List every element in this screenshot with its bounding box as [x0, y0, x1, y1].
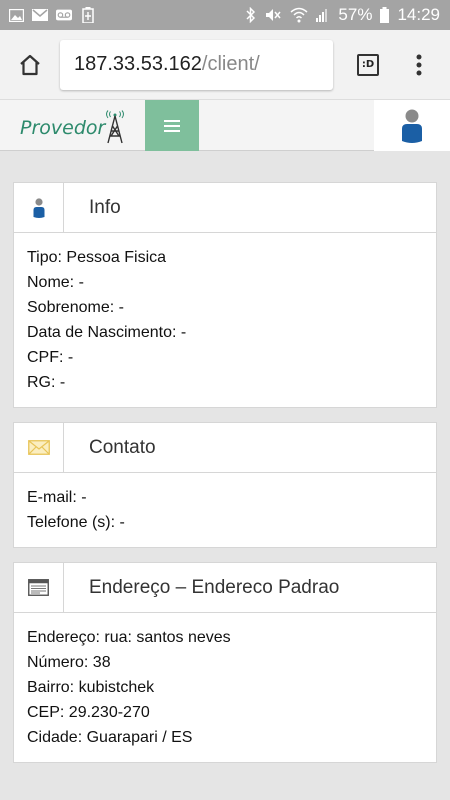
contact-panel-header: Contato	[14, 423, 436, 473]
address-numero: Número: 38	[27, 654, 111, 671]
info-cpf: CPF: -	[27, 349, 74, 366]
contact-panel-icon-cell	[14, 423, 64, 472]
wifi-icon	[290, 7, 308, 23]
info-panel-title: Info	[89, 196, 121, 218]
signal-icon	[316, 8, 330, 22]
address-panel-header: Endereço – Endereco Padrao	[14, 563, 436, 613]
address-panel: Endereço – Endereco Padrao Endereço: rua…	[13, 562, 437, 763]
home-button[interactable]	[0, 30, 60, 100]
contact-panel: Contato E-mail: - Telefone (s): -	[13, 422, 437, 548]
browser-toolbar: 187.33.53.162/client/ :D	[0, 30, 450, 100]
contact-panel-body: E-mail: - Telefone (s): -	[14, 473, 436, 547]
voicemail-icon	[56, 8, 72, 22]
app-header: Provedor A	[0, 100, 450, 151]
logo-text: Provedor	[20, 117, 106, 139]
user-icon	[33, 197, 44, 218]
user-icon	[402, 109, 422, 143]
address-bairro: Bairro: kubistchek	[27, 679, 155, 696]
info-panel: Info Tipo: Pessoa Fisica Nome: - Sobreno…	[13, 182, 437, 408]
status-bar: 57% 14:29	[0, 0, 450, 30]
info-data-nascimento: Data de Nascimento: -	[27, 324, 187, 341]
more-vert-icon	[416, 54, 422, 75]
hamburger-icon	[164, 119, 180, 132]
bluetooth-icon	[246, 7, 256, 23]
url-path: /client/	[201, 53, 260, 75]
image-icon	[8, 8, 24, 22]
notification-icons	[8, 7, 96, 23]
info-panel-icon-cell	[14, 183, 64, 232]
battery-percent: 57%	[338, 5, 373, 24]
address-panel-body: Endereço: rua: santos neves Número: 38 B…	[14, 613, 436, 762]
battery-icon	[380, 7, 390, 23]
contact-email: E-mail: -	[27, 489, 87, 506]
info-nome: Nome: -	[27, 274, 84, 291]
user-menu-button[interactable]	[374, 100, 450, 151]
info-rg: RG: -	[27, 374, 66, 391]
info-panel-body: Tipo: Pessoa Fisica Nome: - Sobrenome: -…	[14, 233, 436, 407]
mail-icon	[32, 8, 48, 22]
logo[interactable]: Provedor A	[20, 108, 126, 144]
browser-menu-button[interactable]	[398, 30, 440, 100]
contact-telefone: Telefone (s): -	[27, 514, 125, 531]
envelope-icon	[27, 440, 50, 455]
address-endereco: Endereço: rua: santos neves	[27, 629, 231, 646]
tabs-icon: :D	[357, 53, 379, 76]
system-icons: 57% 14:29	[246, 5, 440, 25]
info-sobrenome: Sobrenome: -	[27, 299, 124, 316]
contact-panel-title: Contato	[89, 436, 156, 458]
clock: 14:29	[397, 5, 440, 24]
address-card-icon	[28, 579, 49, 596]
url-bar[interactable]: 187.33.53.162/client/	[60, 39, 333, 90]
address-cidade: Cidade: Guarapari / ES	[27, 729, 193, 746]
address-cep: CEP: 29.230-270	[27, 704, 150, 721]
battery-saver-icon	[80, 7, 96, 23]
info-panel-header: Info	[14, 183, 436, 233]
address-panel-title: Endereço – Endereco Padrao	[89, 576, 340, 598]
menu-toggle-button[interactable]	[145, 100, 199, 151]
logo-letter: A	[115, 138, 116, 141]
url-host: 187.33.53.162	[74, 53, 202, 75]
info-tipo: Tipo: Pessoa Fisica	[27, 249, 167, 266]
mute-icon	[264, 7, 282, 23]
tabs-button[interactable]: :D	[338, 30, 398, 100]
address-panel-icon-cell	[14, 563, 64, 612]
home-icon	[20, 54, 40, 75]
antenna-tower-icon: A	[106, 110, 125, 144]
